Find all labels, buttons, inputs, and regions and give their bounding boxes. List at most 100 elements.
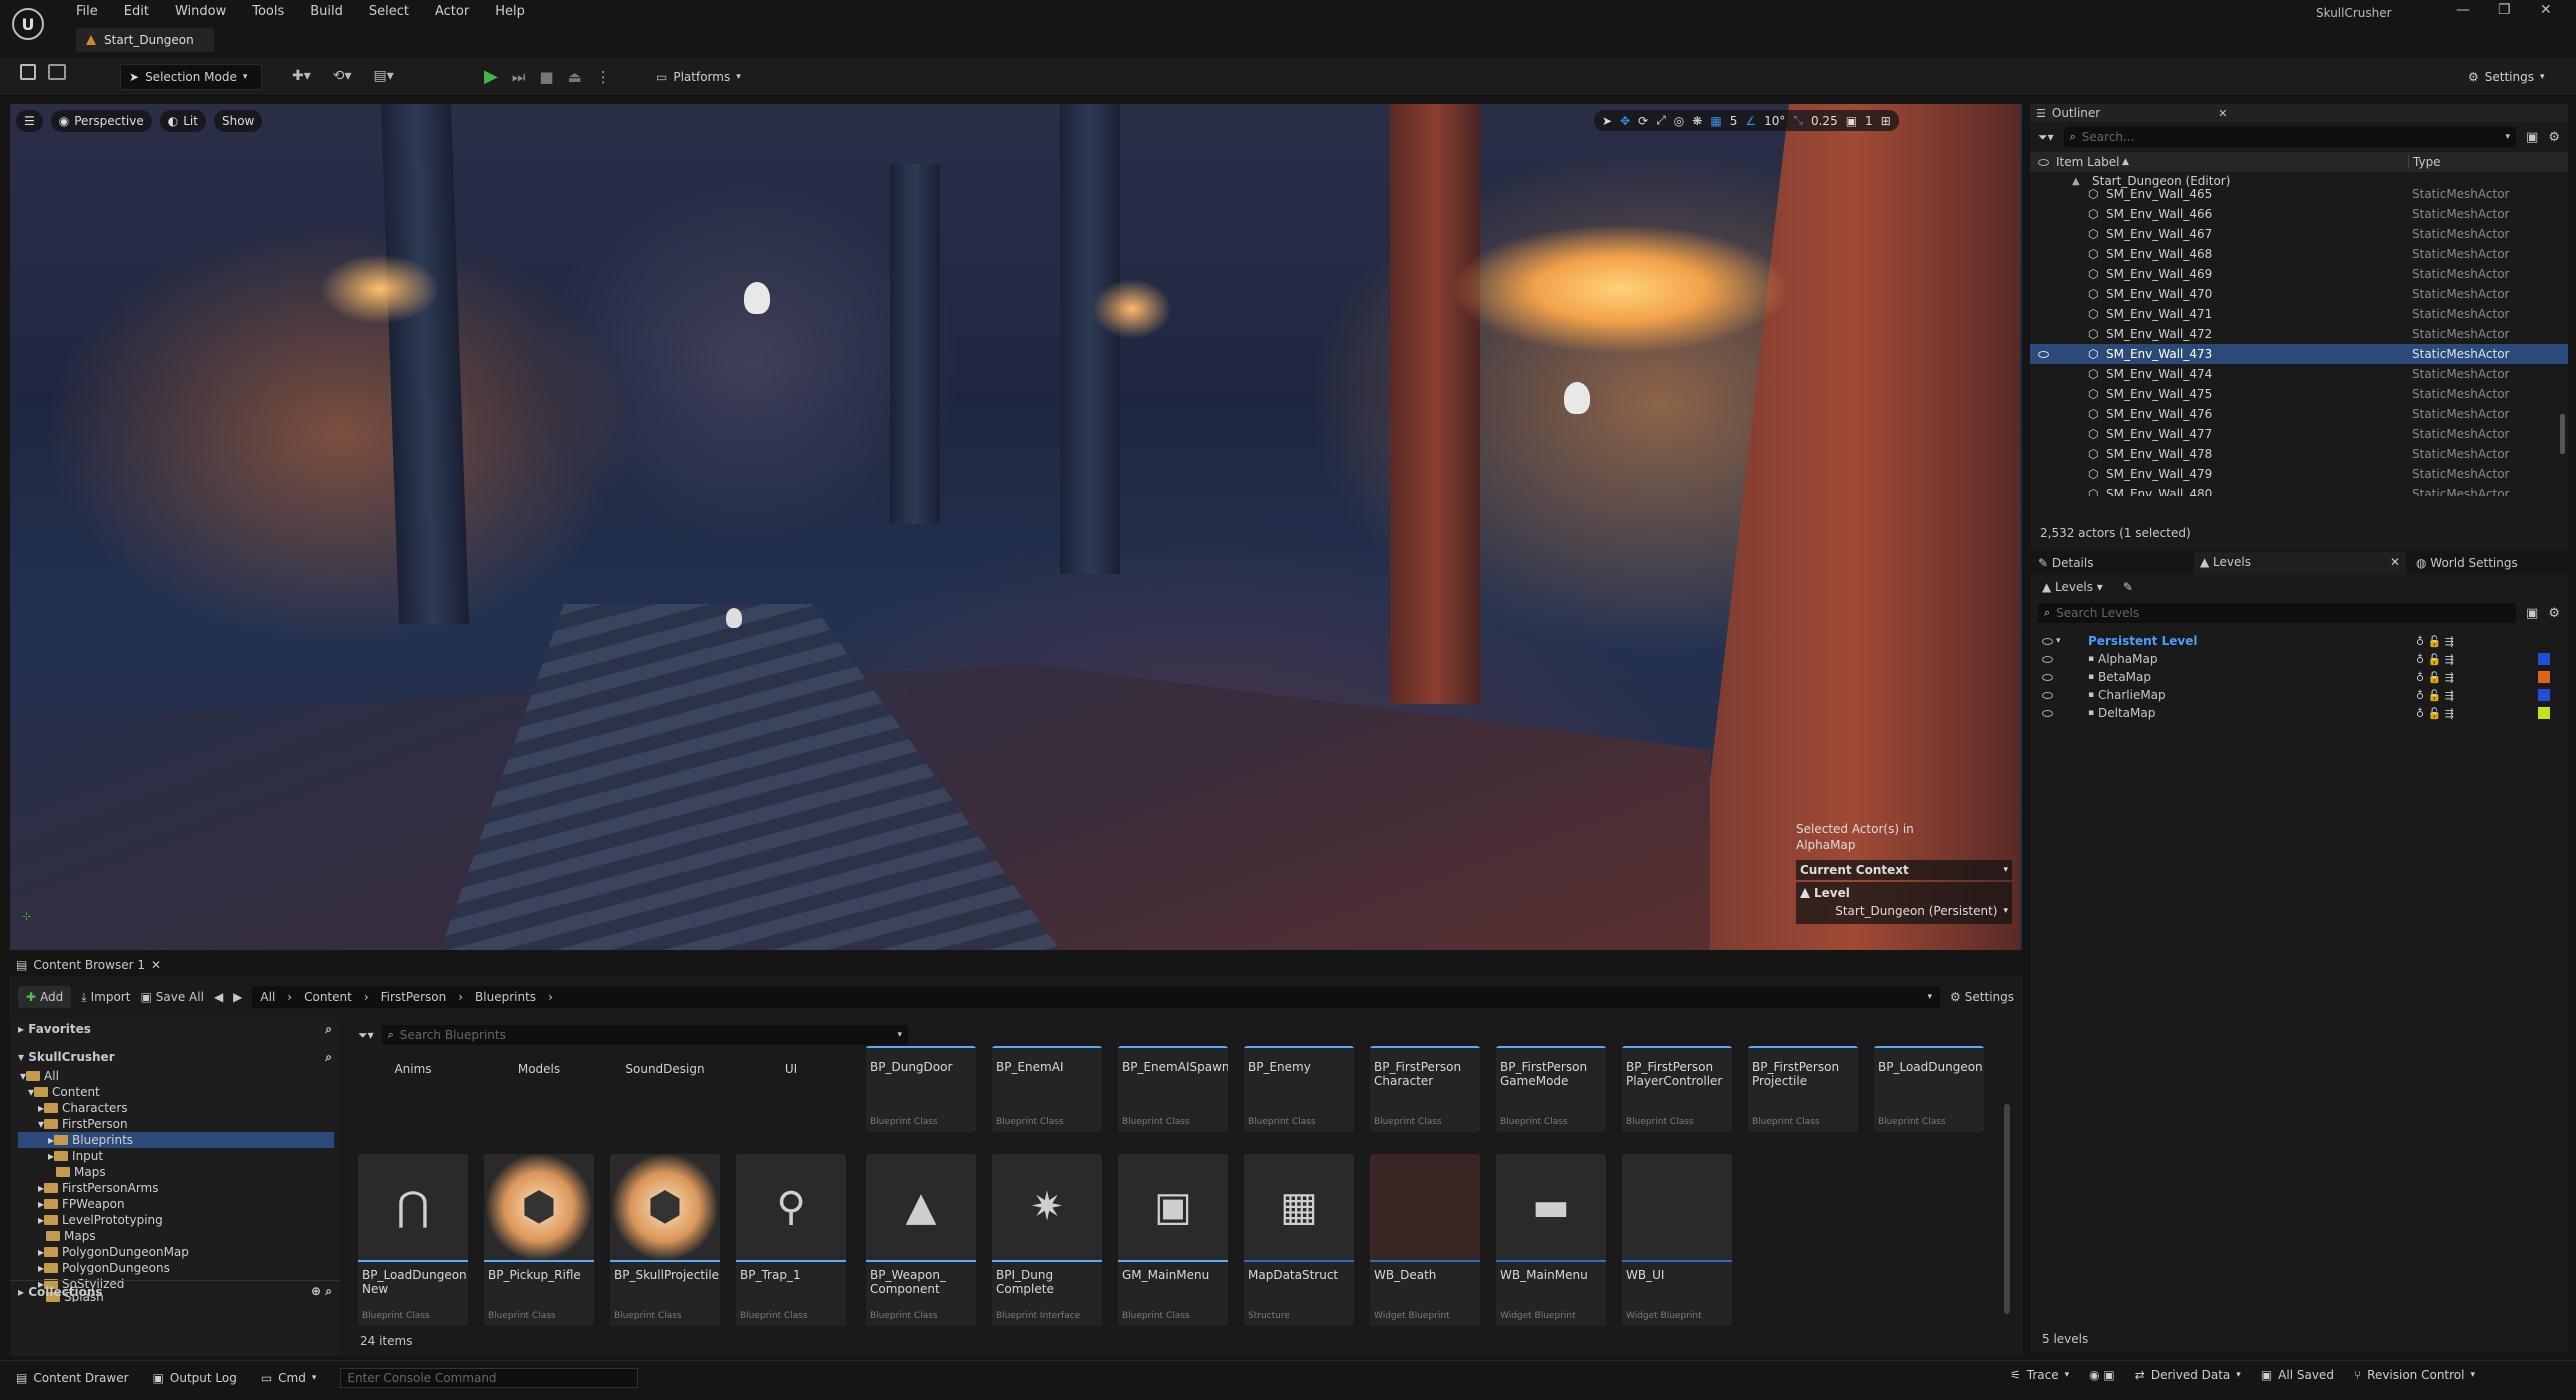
add-collection-icon[interactable]: ⊕ ⌕ [311,1284,332,1299]
play-options-icon[interactable]: ⋮ [596,68,611,86]
perspective-button[interactable]: ◉ Perspective [50,110,152,132]
table-row[interactable]: ⬡ SM_Env_Wall_480 StaticMeshActor [2030,484,2568,496]
maximize-button[interactable]: ❐ [2498,2,2511,18]
table-row-selected[interactable]: ⬡ SM_Env_Wall_473 StaticMeshActor [2030,344,2568,364]
tree-item[interactable]: Maps [18,1228,340,1244]
gear-icon[interactable]: ⚙ [2548,130,2560,145]
tree-item[interactable]: ▾ All [18,1068,340,1084]
lit-button[interactable]: ◐ Lit [159,110,206,132]
grid-size-value[interactable]: 5 [1730,114,1738,128]
folder-ui[interactable]: UI [736,1052,846,1132]
browse-icon[interactable] [48,64,66,80]
asset-tile[interactable]: ▲ BP_Weapon_ Component Blueprint Class [866,1154,976,1326]
scale-snap-value[interactable]: 0.25 [1811,114,1838,128]
menu-tools[interactable]: Tools [252,4,284,19]
eye-icon[interactable] [2038,158,2049,166]
light-bulb-icon[interactable] [744,282,770,314]
levels-search-input[interactable]: ⌕ Search Levels [2038,603,2517,623]
breadcrumb-all[interactable]: All [260,990,275,1004]
asset-tile[interactable]: ⬢ BP_SkullProjectile Blueprint Class [610,1154,720,1326]
asset-tile[interactable]: BP_FirstPerson Character Blueprint Class [1370,1046,1480,1132]
table-row[interactable]: ⬡ SM_Env_Wall_467 StaticMeshActor [2030,224,2568,244]
eye-icon[interactable] [2038,350,2049,358]
table-row[interactable]: ⬡ SM_Env_Wall_469 StaticMeshActor [2030,264,2568,284]
asset-tile[interactable]: BP_FirstPerson GameMode Blueprint Class [1496,1046,1606,1132]
chevron-down-icon[interactable]: ▾ [1927,992,1932,1002]
folder-sounddesign[interactable]: SoundDesign [610,1052,720,1132]
play-icon[interactable]: ▶ [484,66,498,87]
settings-button[interactable]: ⚙ Settings ▾ [2460,64,2553,90]
table-row[interactable]: ⬡ SM_Env_Wall_466 StaticMeshActor [2030,204,2568,224]
asset-tile[interactable]: BP_DungDoor Blueprint Class [866,1046,976,1132]
search-icon[interactable]: ⌕ [325,1022,332,1037]
table-row[interactable]: ⬡ SM_Env_Wall_472 StaticMeshActor [2030,324,2568,344]
tree-item[interactable]: ▸ FirstPersonArms [18,1180,340,1196]
menu-actor[interactable]: Actor [435,4,469,19]
revision-control-button[interactable]: ⑂ Revision Control ▾ [2354,1368,2475,1382]
item-label-header[interactable]: Item Label [2056,155,2120,169]
all-saved-button[interactable]: ▣ All Saved [2261,1368,2334,1382]
tree-item[interactable]: Maps [18,1164,340,1180]
close-button[interactable]: ✕ [2540,2,2552,18]
asset-tile[interactable]: BP_FirstPerson Projectile Blueprint Class [1748,1046,1858,1132]
asset-tile[interactable]: ⋂ BP_LoadDungeon New Blueprint Class [358,1154,468,1326]
asset-tile[interactable]: BP_FirstPerson PlayerController Blueprint… [1622,1046,1732,1132]
angle-snap-value[interactable]: 10° [1764,114,1785,128]
derived-data-button[interactable]: ⇄ Derived Data ▾ [2135,1368,2241,1382]
tree-item[interactable]: ▸ PolygonDungeonMap [18,1244,340,1260]
table-row[interactable]: ⬡ SM_Env_Wall_478 StaticMeshActor [2030,444,2568,464]
breadcrumb-content[interactable]: Content [304,990,352,1004]
table-row[interactable]: ⬡ SM_Env_Wall_471 StaticMeshActor [2030,304,2568,324]
current-context-header[interactable]: Current Context ▾ [1796,860,2012,880]
asset-tile[interactable]: ▣ GM_MainMenu Blueprint Class [1118,1154,1228,1326]
save-icon[interactable] [20,64,36,80]
cb-settings-button[interactable]: ⚙ Settings [1950,990,2014,1004]
level-actions-icon[interactable]: ♁ 🔓 ⇶ [2416,671,2454,684]
menu-edit[interactable]: Edit [124,4,149,19]
table-row[interactable]: ⬡ SM_Env_Wall_475 StaticMeshActor [2030,384,2568,404]
list-item[interactable]: ▪ CharlieMap ♁ 🔓 ⇶ [2030,686,2568,704]
asset-tile[interactable]: ▦ MapDataStruct Structure [1244,1154,1354,1326]
edit-icon[interactable]: ✎ [2123,580,2133,594]
cinematics-icon[interactable]: ▤▾ [374,68,394,84]
source-control-icons[interactable]: ◉ ▣ [2089,1368,2115,1382]
camera-speed-value[interactable]: 1 [1865,114,1873,128]
project-header[interactable]: ▾ SkullCrusher ⌕ [10,1046,340,1068]
asset-tile[interactable]: ⚲ BP_Trap_1 Blueprint Class [736,1154,846,1326]
eye-icon[interactable] [2042,637,2053,645]
tab-details[interactable]: ✎ Details [2038,556,2093,570]
list-item[interactable]: ▾ Persistent Level ♁ 🔓 ⇶ [2030,632,2568,650]
eye-icon[interactable] [2042,709,2053,717]
light-bulb-icon[interactable] [726,608,742,628]
blueprint-icon[interactable]: ⟲▾ [333,68,352,84]
list-item[interactable]: ▪ AlphaMap ♁ 🔓 ⇶ [2030,650,2568,668]
close-tab-icon[interactable]: ✕ [151,958,161,972]
filter-icon[interactable]: ⏷▾ [2038,130,2054,145]
search-icon[interactable]: ⌕ [325,1050,332,1065]
minimize-button[interactable]: — [2456,2,2470,18]
advance-frame-icon[interactable]: ⏭ [512,68,526,86]
show-button[interactable]: Show [213,110,263,132]
tab-levels[interactable]: ▲ Levels ✕ [2194,552,2406,574]
layout-icon[interactable]: ⊞ [1881,114,1891,128]
scale-tool-icon[interactable]: ⤢ [1656,113,1666,128]
outliner-scrollbar[interactable] [2560,414,2565,454]
history-forward-icon[interactable]: ▶ [233,990,242,1004]
rotate-tool-icon[interactable]: ⟳ [1638,114,1648,128]
world-icon[interactable]: ◎ [1674,114,1684,128]
close-tab-icon[interactable]: ✕ [2218,107,2227,120]
type-header[interactable]: Type [2408,155,2441,169]
output-log-button[interactable]: ▣ Output Log [153,1371,237,1385]
angle-snap-icon[interactable]: ∠ [1745,114,1756,128]
viewport-menu-button[interactable]: ☰ [16,110,43,132]
scale-snap-icon[interactable]: ⤡ [1793,113,1803,128]
table-row[interactable]: ⬡ SM_Env_Wall_479 StaticMeshActor [2030,464,2568,484]
eye-icon[interactable] [2042,673,2053,681]
level-color-swatch[interactable] [2538,671,2550,683]
filter-icon[interactable]: ⏷▾ [358,1028,374,1043]
surface-snap-icon[interactable]: ❋ [1692,114,1702,128]
table-row[interactable]: ⬡ SM_Env_Wall_468 StaticMeshActor [2030,244,2568,264]
camera-speed-icon[interactable]: ▣ [1846,114,1857,128]
folder-anims[interactable]: Anims [358,1052,468,1132]
level-color-swatch[interactable] [2538,689,2550,701]
